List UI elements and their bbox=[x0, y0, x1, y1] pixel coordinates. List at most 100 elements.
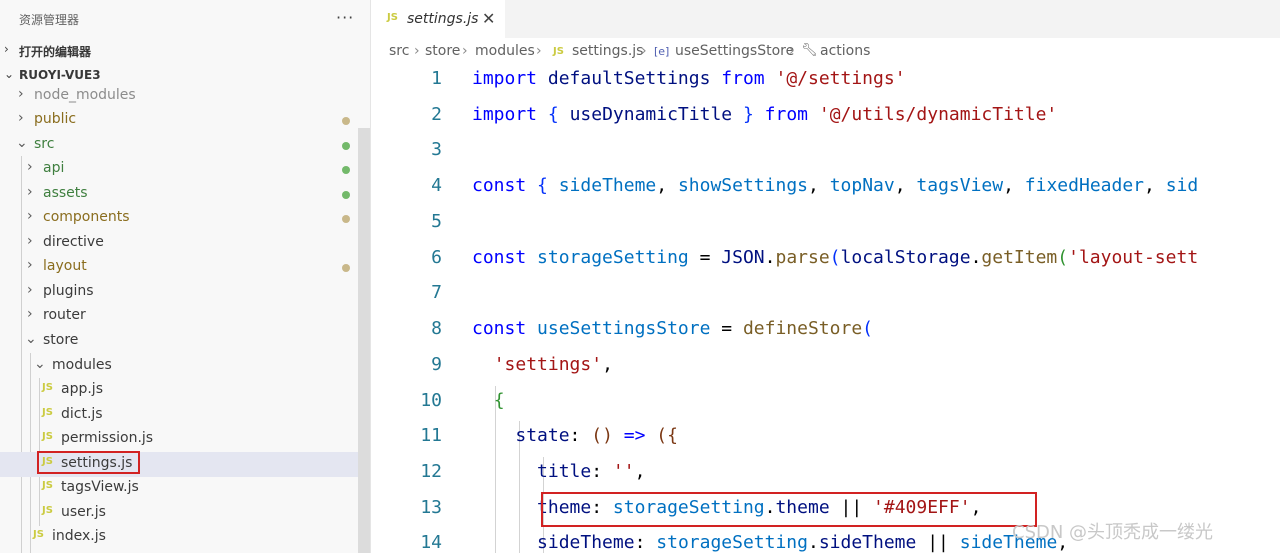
code-line[interactable]: 5 bbox=[371, 206, 1280, 242]
tree-folder-src[interactable]: ⌄ src bbox=[0, 133, 358, 158]
chevron-right-icon: › bbox=[18, 86, 24, 102]
tree-file-tagsview-js[interactable]: JS tagsView.js bbox=[0, 476, 358, 501]
watermark: CSDN @头顶秃成一缕光 bbox=[1012, 522, 1214, 543]
modified-dot bbox=[342, 264, 350, 272]
code-line[interactable]: 3 bbox=[371, 134, 1280, 170]
chevron-down-icon: ⌄ bbox=[25, 331, 37, 347]
breadcrumb-item[interactable]: src bbox=[389, 43, 409, 59]
js-file-icon: JS bbox=[42, 480, 53, 491]
tree-file-permission-js[interactable]: JS permission.js bbox=[0, 427, 358, 452]
breadcrumb-separator: › bbox=[414, 43, 420, 59]
breadcrumb: src › store › modules › JS settings.js ›… bbox=[371, 40, 1280, 64]
open-editors-section[interactable]: › 打开的编辑器 bbox=[0, 39, 370, 63]
explorer-header: 资源管理器 ··· bbox=[0, 0, 370, 38]
tree-item-label: dict.js bbox=[61, 406, 103, 422]
breadcrumb-item[interactable]: modules bbox=[475, 43, 535, 59]
code-line[interactable]: 8 const useSettingsStore = defineStore( bbox=[371, 313, 1280, 349]
code-line[interactable]: 9 'settings', bbox=[371, 349, 1280, 385]
code-text: title: '', bbox=[537, 461, 646, 482]
js-file-icon: JS bbox=[33, 529, 44, 540]
code-text: import { useDynamicTitle } from '@/utils… bbox=[472, 104, 1058, 125]
js-file-icon: JS bbox=[553, 46, 564, 57]
explorer-scrollbar[interactable] bbox=[358, 128, 370, 553]
chevron-right-icon: › bbox=[27, 282, 33, 298]
line-number: 14 bbox=[420, 532, 442, 553]
tree-folder-plugins[interactable]: › plugins bbox=[0, 280, 358, 305]
code-text: sideTheme: storageSetting.sideTheme || s… bbox=[537, 532, 1069, 553]
code-line[interactable]: 6 const storageSetting = JSON.parse(loca… bbox=[371, 242, 1280, 278]
more-actions-icon[interactable]: ··· bbox=[336, 8, 354, 27]
line-number: 5 bbox=[431, 211, 442, 232]
code-text: { bbox=[493, 390, 505, 411]
tree-file-app-js[interactable]: JS app.js bbox=[0, 378, 358, 403]
tree-item-label: assets bbox=[43, 185, 88, 201]
tree-item-label: plugins bbox=[43, 283, 94, 299]
js-file-icon: JS bbox=[42, 382, 53, 393]
settings-js-highlight bbox=[37, 451, 140, 474]
project-label: RUOYI-VUE3 bbox=[19, 68, 101, 82]
js-file-icon: JS bbox=[42, 407, 53, 418]
chevron-right-icon: › bbox=[27, 159, 33, 175]
tree-folder-api[interactable]: › api bbox=[0, 157, 358, 182]
code-line[interactable]: 12 title: '', bbox=[371, 456, 1280, 492]
code-line[interactable]: 4 const { sideTheme, showSettings, topNa… bbox=[371, 170, 1280, 206]
chevron-down-icon: ⌄ bbox=[34, 356, 46, 372]
line-number: 12 bbox=[420, 461, 442, 482]
tree-folder-assets[interactable]: › assets bbox=[0, 182, 358, 207]
chevron-down-icon: ⌄ bbox=[4, 67, 15, 81]
code-line[interactable]: 1 import defaultSettings from '@/setting… bbox=[371, 63, 1280, 99]
tree-item-label: modules bbox=[52, 357, 112, 373]
tree-item-label: index.js bbox=[52, 528, 106, 544]
code-line[interactable]: 10 { bbox=[371, 385, 1280, 421]
breadcrumb-item[interactable]: useSettingsStore bbox=[675, 43, 794, 59]
js-file-icon: JS bbox=[42, 431, 53, 442]
chevron-right-icon: › bbox=[27, 233, 33, 249]
tree-file-index-js[interactable]: JS index.js bbox=[0, 525, 358, 550]
code-line[interactable]: 7 bbox=[371, 277, 1280, 313]
close-icon[interactable]: ✕ bbox=[482, 9, 495, 28]
js-file-icon: JS bbox=[387, 12, 398, 23]
wrench-icon: 🔧︎ bbox=[801, 43, 818, 58]
breadcrumb-separator: › bbox=[536, 43, 542, 59]
tree-item-label: public bbox=[34, 111, 77, 127]
chevron-right-icon: › bbox=[4, 42, 9, 56]
tree-item-label: node_modules bbox=[34, 87, 136, 103]
tab-settings-js[interactable]: JS settings.js ✕ bbox=[371, 0, 505, 38]
breadcrumb-item[interactable]: actions bbox=[820, 43, 870, 59]
breadcrumb-item[interactable]: store bbox=[425, 43, 460, 59]
breadcrumb-separator: › bbox=[789, 43, 795, 59]
tree-file-dict-js[interactable]: JS dict.js bbox=[0, 403, 358, 428]
untracked-dot bbox=[342, 166, 350, 174]
code-text: const storageSetting = JSON.parse(localS… bbox=[472, 247, 1199, 268]
untracked-dot bbox=[342, 142, 350, 150]
code-line[interactable]: 2 import { useDynamicTitle } from '@/uti… bbox=[371, 99, 1280, 135]
explorer-panel: 资源管理器 ··· › 打开的编辑器 ⌄ RUOYI-VUE3 › node_m… bbox=[0, 0, 371, 553]
line-number: 7 bbox=[431, 282, 442, 303]
code-text: state: () => ({ bbox=[515, 425, 678, 446]
explorer-title: 资源管理器 bbox=[19, 13, 80, 27]
tree-item-label: layout bbox=[43, 258, 87, 274]
modified-dot bbox=[342, 215, 350, 223]
breadcrumb-item[interactable]: settings.js bbox=[572, 43, 643, 59]
line-number: 6 bbox=[431, 247, 442, 268]
tree-file-user-js[interactable]: JS user.js bbox=[0, 501, 358, 526]
tree-item-label: store bbox=[43, 332, 79, 348]
tree-folder-directive[interactable]: › directive bbox=[0, 231, 358, 256]
tree-folder-public[interactable]: › public bbox=[0, 108, 358, 133]
tree-folder-node-modules[interactable]: › node_modules bbox=[0, 84, 358, 109]
tree-folder-components[interactable]: › components bbox=[0, 206, 358, 231]
code-line[interactable]: 11 state: () => ({ bbox=[371, 420, 1280, 456]
tree-folder-modules[interactable]: ⌄ modules bbox=[0, 354, 358, 379]
line-number: 1 bbox=[431, 68, 442, 89]
tree-folder-router[interactable]: › router bbox=[0, 304, 358, 329]
tree-item-label: directive bbox=[43, 234, 104, 250]
tree-folder-layout[interactable]: › layout bbox=[0, 255, 358, 280]
tree-item-label: app.js bbox=[61, 381, 103, 397]
chevron-right-icon: › bbox=[27, 306, 33, 322]
tree-folder-store[interactable]: ⌄ store bbox=[0, 329, 358, 354]
tree-item-label: api bbox=[43, 160, 65, 176]
line-number: 2 bbox=[431, 104, 442, 125]
code-text: import defaultSettings from '@/settings' bbox=[472, 68, 906, 89]
editor-panel: JS settings.js ✕ src › store › modules ›… bbox=[371, 0, 1280, 553]
chevron-right-icon: › bbox=[18, 110, 24, 126]
